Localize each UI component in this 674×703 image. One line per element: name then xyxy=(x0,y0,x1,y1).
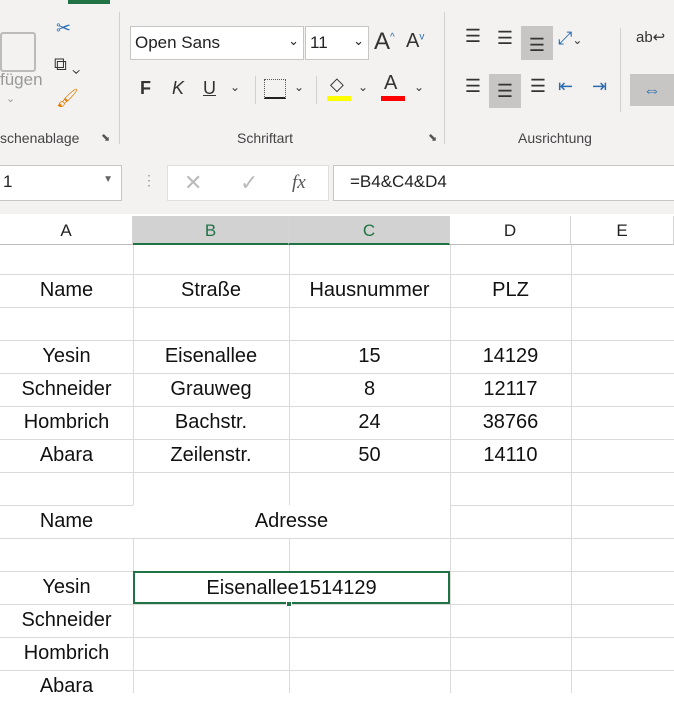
dialog-launcher-icon[interactable]: ⬊ xyxy=(428,131,437,144)
enter-icon[interactable]: ✓ xyxy=(240,170,258,196)
table-cell[interactable]: Eisenallee xyxy=(133,340,289,373)
table-cell[interactable]: 14129 xyxy=(450,340,571,373)
grid-line xyxy=(0,538,674,539)
table-cell[interactable]: Schneider xyxy=(0,373,133,406)
fill-color-swatch xyxy=(327,96,351,101)
increase-indent-icon[interactable]: ⇥ xyxy=(592,76,607,97)
chevron-down-icon: ⌄ xyxy=(6,93,16,105)
header-cell[interactable]: Straße xyxy=(133,274,289,307)
table-cell[interactable]: 38766 xyxy=(450,406,571,439)
column-header-c[interactable]: C xyxy=(289,216,450,245)
table-cell[interactable]: 50 xyxy=(289,439,450,472)
table-cell[interactable]: 24 xyxy=(289,406,450,439)
align-left-icon[interactable]: ☰ xyxy=(458,76,488,97)
format-painter-icon[interactable]: 🖌 xyxy=(56,88,79,109)
orientation-icon[interactable]: ⤢⌄ xyxy=(558,28,582,49)
active-tab-indicator xyxy=(68,0,110,4)
font-color-swatch xyxy=(381,96,405,101)
italic-button[interactable]: K xyxy=(172,78,184,99)
header-cell[interactable]: Adresse xyxy=(133,505,450,538)
font-size-value: 11 xyxy=(310,33,328,52)
chevron-down-icon[interactable]: ⌄ xyxy=(414,80,424,94)
table-cell[interactable]: Grauweg xyxy=(133,373,289,406)
table-cell[interactable]: 14110 xyxy=(450,439,571,472)
align-center-icon[interactable]: ☰ xyxy=(489,74,521,108)
group-label-clipboard: schenablage xyxy=(0,130,80,146)
table-cell[interactable]: 8 xyxy=(289,373,450,406)
chevron-down-icon: ⌄ xyxy=(353,33,364,48)
cut-icon[interactable]: ✂ xyxy=(56,18,71,39)
wrap-text-icon[interactable]: ab↩ xyxy=(636,28,665,46)
paste-label: fügen xyxy=(0,70,43,89)
name-box-value: 1 xyxy=(3,172,13,191)
formula-input[interactable]: =B4&C4&D4 xyxy=(333,165,674,201)
cancel-icon[interactable]: ✕ xyxy=(184,170,202,196)
divider xyxy=(316,76,317,104)
table-cell[interactable]: Zeilenstr. xyxy=(133,439,289,472)
clipboard-icon xyxy=(0,32,36,72)
table-cell[interactable]: 12117 xyxy=(450,373,571,406)
bold-button[interactable]: F xyxy=(140,78,151,99)
font-family-value: Open Sans xyxy=(135,33,221,52)
divider xyxy=(255,76,256,104)
column-header-d[interactable]: D xyxy=(450,216,571,245)
underline-button[interactable]: U xyxy=(203,78,216,99)
header-cell[interactable]: Name xyxy=(0,505,133,538)
table-cell[interactable]: Bachstr. xyxy=(133,406,289,439)
increase-font-icon[interactable]: A^ xyxy=(374,28,395,56)
table-cell[interactable]: Hombrich xyxy=(0,406,133,439)
align-right-icon[interactable]: ☰ xyxy=(523,76,553,97)
column-header-b[interactable]: B xyxy=(133,216,289,245)
table-cell[interactable]: Yesin xyxy=(0,571,133,604)
paste-button[interactable]: fügen ⌄ xyxy=(0,20,43,110)
fill-color-icon[interactable]: ◇ xyxy=(330,74,344,95)
dialog-launcher-icon[interactable]: ⬊ xyxy=(101,131,110,144)
divider xyxy=(620,28,621,112)
chevron-down-icon[interactable]: ⌄ xyxy=(230,80,240,94)
merge-center-icon[interactable]: ⇔ xyxy=(630,74,674,106)
group-label-font: Schriftart xyxy=(237,130,294,146)
decrease-indent-icon[interactable]: ⇤ xyxy=(558,76,573,97)
chevron-down-icon[interactable]: ⌄ xyxy=(358,80,368,94)
drag-handle-icon[interactable]: ⋮ xyxy=(142,172,156,189)
table-cell[interactable]: Yesin xyxy=(0,340,133,373)
table-cell[interactable]: Schneider xyxy=(0,604,133,637)
header-cell[interactable]: Name xyxy=(0,274,133,307)
copy-icon[interactable]: ⧉ ⌄ xyxy=(54,54,80,75)
table-cell[interactable]: 15 xyxy=(289,340,450,373)
chevron-down-icon: ▼ xyxy=(103,174,113,185)
header-cell[interactable]: PLZ xyxy=(450,274,571,307)
font-color-icon[interactable]: A xyxy=(384,72,397,95)
column-header-e[interactable]: E xyxy=(571,216,674,245)
borders-icon[interactable] xyxy=(264,79,286,99)
header-cell[interactable]: Hausnummer xyxy=(289,274,450,307)
formula-buttons: ✕ ✓ fx xyxy=(167,165,329,201)
formula-value: =B4&C4&D4 xyxy=(350,172,447,191)
font-family-select[interactable]: Open Sans ⌄ xyxy=(130,26,304,60)
grid-line xyxy=(0,472,674,473)
column-header-a[interactable]: A xyxy=(0,216,133,245)
chevron-down-icon[interactable]: ⌄ xyxy=(294,80,304,94)
formula-bar-area: 1 ▼ ⋮ ✕ ✓ fx =B4&C4&D4 xyxy=(0,152,674,214)
grid-line xyxy=(571,245,572,693)
divider xyxy=(444,12,445,144)
table-cell[interactable]: Abara xyxy=(0,670,133,703)
insert-function-icon[interactable]: fx xyxy=(292,172,306,194)
decrease-font-icon[interactable]: Av xyxy=(406,30,424,53)
chevron-down-icon: ⌄ xyxy=(288,33,299,48)
group-label-alignment: Ausrichtung xyxy=(518,130,592,146)
align-middle-icon[interactable]: ☰ xyxy=(490,28,520,49)
align-bottom-icon[interactable]: ☰ xyxy=(521,26,553,60)
ribbon: fügen ⌄ ✂ ⧉ ⌄ 🖌 schenablage ⬊ Open Sans ⌄… xyxy=(0,0,674,152)
table-cell[interactable]: Abara xyxy=(0,439,133,472)
name-box[interactable]: 1 ▼ xyxy=(0,165,122,201)
fill-handle[interactable] xyxy=(286,601,292,607)
table-cell[interactable]: Hombrich xyxy=(0,637,133,670)
font-size-select[interactable]: 11 ⌄ xyxy=(305,26,369,60)
align-top-icon[interactable]: ☰ xyxy=(458,26,488,47)
selected-cell[interactable]: Eisenallee1514129 xyxy=(133,571,450,604)
grid-line xyxy=(0,307,674,308)
divider xyxy=(119,12,120,144)
